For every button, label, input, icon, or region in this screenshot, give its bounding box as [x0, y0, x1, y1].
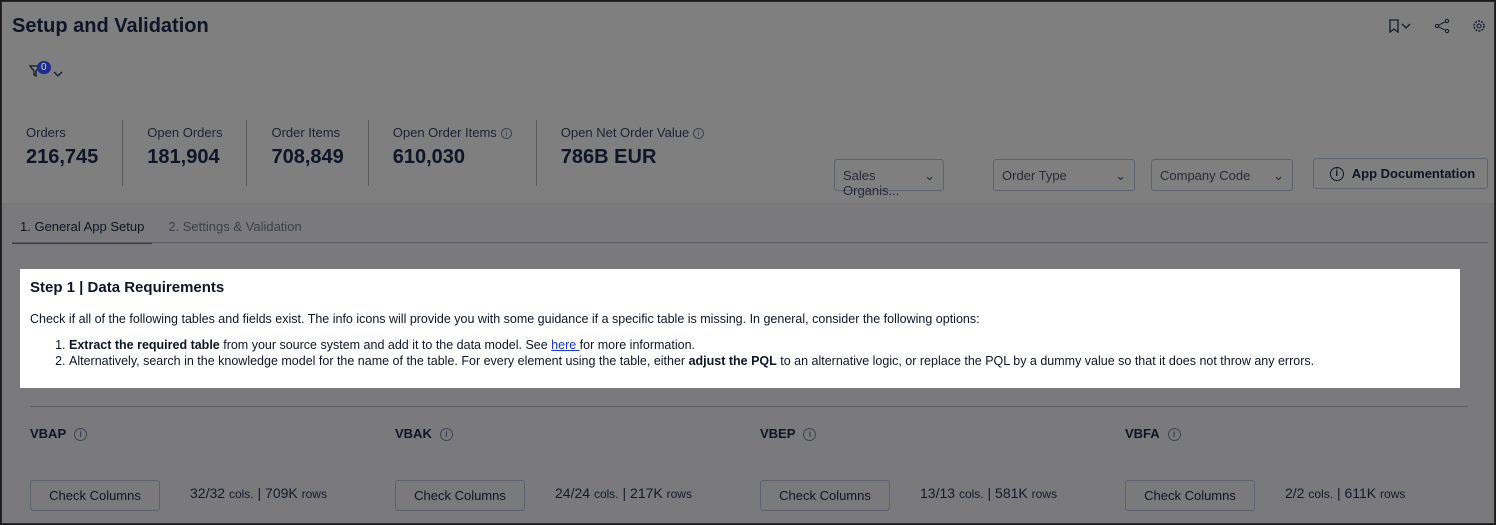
share-icon[interactable] [1434, 18, 1450, 37]
table-name: VBFA i [1125, 426, 1465, 441]
table-name: VBAP i [30, 426, 370, 441]
kpi-value: 216,745 [26, 146, 99, 168]
table-check-vbap: VBAP i Check Columns 32/32 cols. | 709K r… [30, 426, 370, 511]
kpi-label: Open Order Items i [393, 125, 512, 140]
tab-general-app-setup[interactable]: 1. General App Setup [12, 219, 153, 244]
filter-count-badge: 0 [37, 61, 51, 74]
check-columns-button[interactable]: Check Columns [760, 480, 890, 511]
table-name: VBAK i [395, 426, 735, 441]
table-check-vbak: VBAK i Check Columns 24/24 cols. | 217K r… [395, 426, 735, 511]
table-name: VBEP i [760, 426, 1100, 441]
info-icon: i [1329, 166, 1344, 181]
page-title: Setup and Validation [12, 15, 209, 37]
step-1-data-requirements-panel: Step 1 | Data Requirements Check if all … [20, 269, 1460, 388]
kpi-card: Open Net Order Value i 786B EUR [537, 120, 728, 186]
kpi-value: 610,030 [392, 146, 466, 168]
step-intro: Check if all of the following tables and… [30, 312, 980, 326]
kpi-label: Orders [26, 125, 66, 140]
info-icon[interactable]: i [693, 128, 705, 139]
kpi-value: 181,904 [147, 146, 220, 168]
kpi-card: Open Orders 181,904 [123, 120, 248, 186]
option-1: Extract the required table from your sou… [69, 337, 1450, 353]
table-check-vbep: VBEP i Check Columns 13/13 cols. | 581K r… [760, 426, 1100, 511]
check-columns-button[interactable]: Check Columns [30, 480, 160, 511]
here-link[interactable]: here [551, 338, 580, 352]
info-icon[interactable]: i [500, 128, 512, 139]
kpi-label: Order Items [271, 125, 341, 140]
kpi-value: 786B EUR [560, 146, 657, 168]
tab-divider [12, 242, 1488, 243]
order-type-dropdown[interactable]: Order Type ⌄ [993, 159, 1135, 191]
chevron-down-icon: ⌄ [924, 168, 935, 183]
sales-organisation-dropdown[interactable]: Sales Organis... ⌄ [834, 159, 944, 198]
table-stats: 24/24 cols. | 217K rows [555, 485, 692, 501]
kpi-value: 708,849 [271, 146, 344, 168]
table-stats: 13/13 cols. | 581K rows [920, 485, 1057, 501]
kpi-label: Open Net Order Value i [561, 125, 705, 140]
app-frame: Setup and Validation 0 Orders 216,745 Open… [1, 1, 1495, 524]
kpi-label: Open Orders [147, 125, 223, 140]
chevron-down-icon: ⌄ [1115, 168, 1126, 183]
info-icon[interactable]: i [803, 428, 817, 441]
filter-button[interactable]: 0 [28, 61, 63, 83]
tab-settings-validation[interactable]: 2. Settings & Validation [160, 219, 309, 244]
info-icon[interactable]: i [1167, 428, 1181, 441]
divider [30, 406, 1468, 407]
step-title: Step 1 | Data Requirements [30, 279, 225, 296]
company-code-dropdown[interactable]: Company Code ⌄ [1151, 159, 1293, 191]
kpi-card: Order Items 708,849 [247, 120, 369, 186]
check-columns-button[interactable]: Check Columns [395, 480, 525, 511]
info-icon[interactable]: i [74, 428, 88, 441]
table-stats: 2/2 cols. | 611K rows [1285, 485, 1406, 501]
kpi-row: Orders 216,745 Open Orders 181,904 Order Ite… [2, 120, 728, 186]
app-documentation-button[interactable]: i App Documentation [1313, 158, 1488, 189]
check-columns-button[interactable]: Check Columns [1125, 480, 1255, 511]
kpi-card: Orders 216,745 [2, 120, 124, 186]
table-stats: 32/32 cols. | 709K rows [190, 485, 327, 501]
option-2: Alternatively, search in the knowledge m… [69, 353, 1450, 369]
bookmark-icon[interactable] [1388, 19, 1412, 36]
kpi-card: Open Order Items i 610,030 [369, 120, 537, 186]
chevron-down-icon [53, 65, 63, 83]
info-icon[interactable]: i [439, 428, 453, 441]
gear-icon[interactable] [1472, 19, 1486, 36]
chevron-down-icon: ⌄ [1273, 168, 1284, 183]
table-check-vbfa: VBFA i Check Columns 2/2 cols. | 611K row… [1125, 426, 1465, 511]
